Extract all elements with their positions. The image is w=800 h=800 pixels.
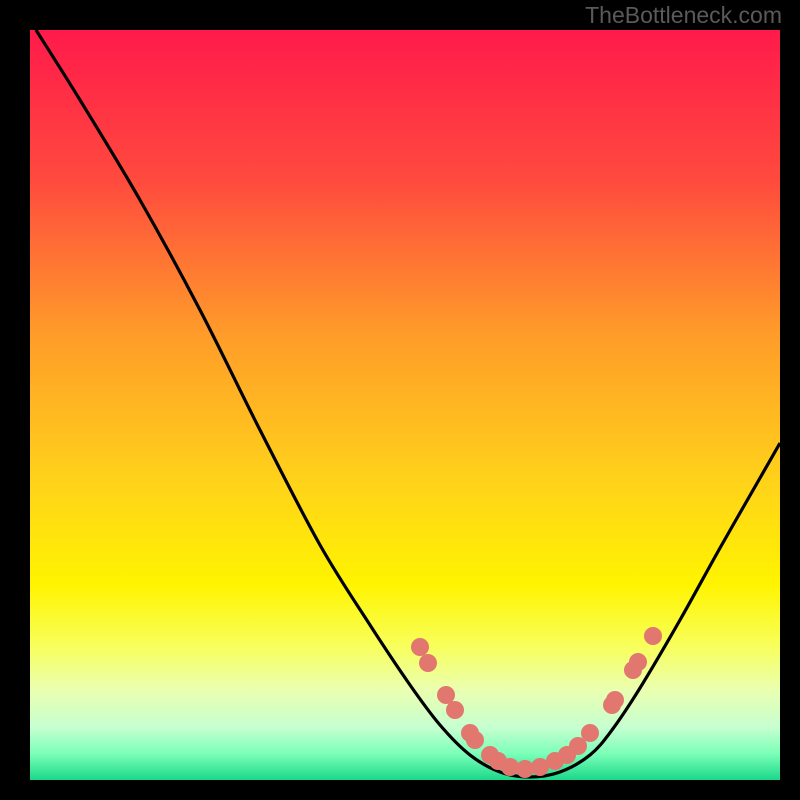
curve-marker — [629, 653, 647, 671]
curve-marker — [411, 638, 429, 656]
chart-gradient-bg — [30, 30, 780, 780]
curve-marker — [437, 686, 455, 704]
watermark-text: TheBottleneck.com — [585, 2, 782, 29]
bottleneck-chart — [0, 0, 800, 800]
curve-marker — [419, 654, 437, 672]
curve-marker — [581, 724, 599, 742]
curve-marker — [644, 627, 662, 645]
curve-marker — [606, 691, 624, 709]
curve-marker — [446, 701, 464, 719]
curve-marker — [466, 731, 484, 749]
chart-container: TheBottleneck.com — [0, 0, 800, 800]
